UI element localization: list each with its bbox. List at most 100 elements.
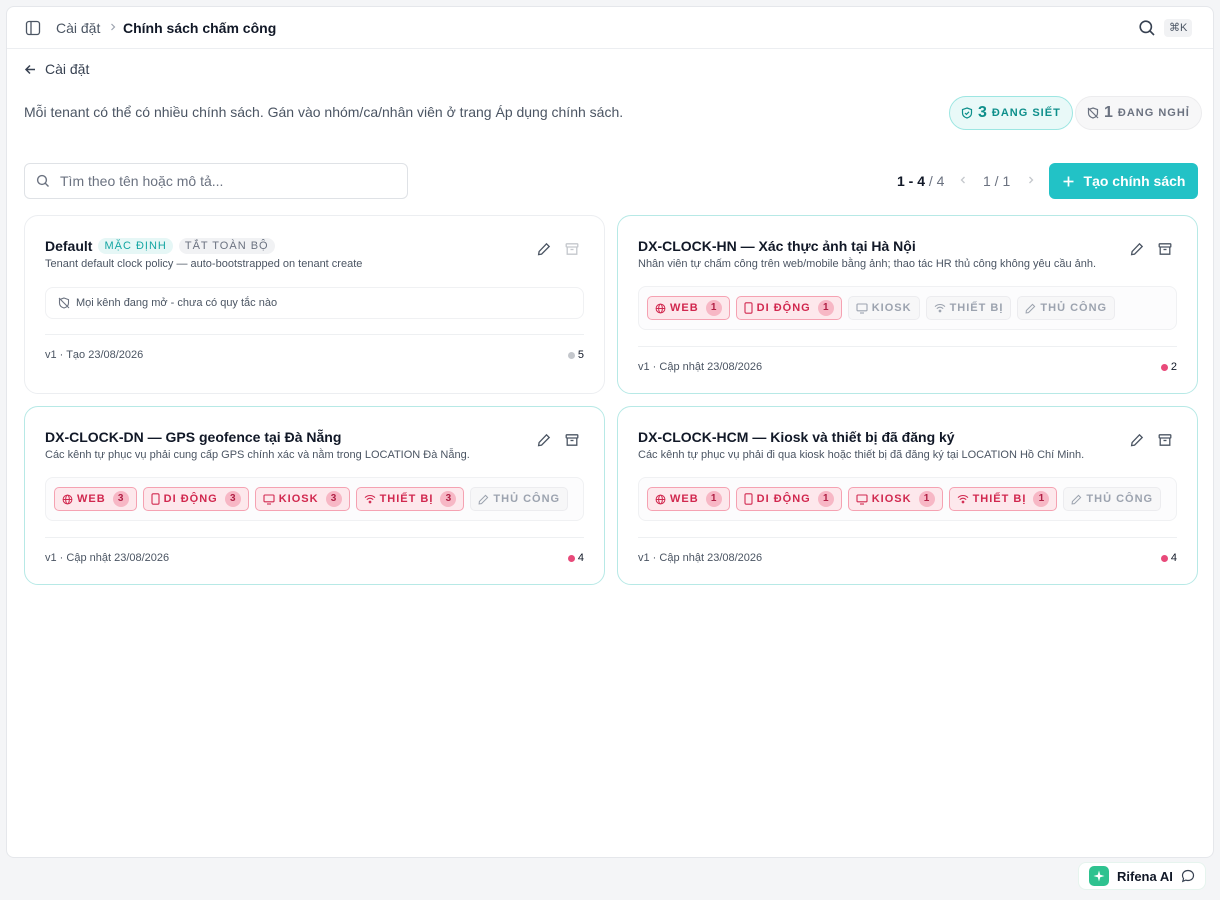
monitor-icon: [856, 493, 868, 505]
archive-icon: [565, 243, 579, 255]
page-indicator: 1 / 1: [983, 173, 1011, 189]
channel-list: WEB 1 DI ĐỘNG 1 KIOSK THIẾT BỊ THỦ CÔNG: [638, 286, 1177, 330]
chevron-left-icon[interactable]: [958, 175, 968, 185]
plus-icon: [1063, 176, 1074, 186]
policy-title: DX-CLOCK-HN — Xác thực ảnh tại Hà Nội: [638, 238, 916, 254]
channel-web[interactable]: WEB 1: [647, 487, 730, 511]
channel-kiosk[interactable]: KIOSK: [847, 296, 920, 320]
chat-bubble-icon: [1181, 869, 1194, 883]
mobile-icon: [744, 302, 753, 314]
policy-description: Các kênh tự phục vụ phải đi qua kiosk ho…: [638, 449, 1085, 461]
breadcrumb-root[interactable]: Cài đặt: [56, 20, 100, 36]
policy-card-hcm[interactable]: DX-CLOCK-HCM — Kiosk và thiết bị đã đăng…: [617, 406, 1198, 585]
channel-mobile[interactable]: DI ĐỘNG 1: [735, 487, 842, 511]
employee-count: 2: [1160, 361, 1177, 373]
channel-device[interactable]: THIẾT BỊ 1: [948, 487, 1058, 511]
result-range: 1 - 4 / 4: [897, 173, 944, 189]
channel-label: KIOSK: [278, 493, 319, 505]
policy-description: Tenant default clock policy — auto-boots…: [45, 258, 363, 270]
search-icon[interactable]: [1138, 19, 1156, 37]
channel-device[interactable]: THIẾT BỊ: [925, 296, 1012, 320]
status-dot: [567, 351, 575, 359]
policy-name: Default: [45, 238, 93, 254]
paused-count-label: ĐANG NGHỈ: [1117, 107, 1190, 119]
channel-count: 1: [705, 300, 722, 316]
chevron-right-icon[interactable]: [1026, 175, 1036, 185]
chevron-right-icon: [111, 23, 116, 31]
edit-icon[interactable]: [537, 433, 551, 447]
sidebar-toggle-icon[interactable]: [25, 20, 41, 36]
mobile-icon: [744, 493, 753, 505]
employee-count: 5: [567, 349, 584, 361]
monitor-icon: [263, 493, 275, 505]
ai-assistant-button[interactable]: Rifena AI: [1078, 862, 1206, 890]
channel-web[interactable]: WEB 3: [54, 487, 137, 511]
channel-web[interactable]: WEB 1: [647, 296, 730, 320]
create-policy-button[interactable]: Tạo chính sách: [1049, 163, 1198, 199]
policy-card-dn[interactable]: DX-CLOCK-DN — GPS geofence tại Đà Nẵng C…: [24, 406, 605, 585]
channel-count: 1: [1033, 491, 1050, 507]
globe-icon: [655, 303, 666, 313]
employee-count-value: 5: [577, 349, 584, 361]
app-frame: Cài đặt Chính sách chấm công ⌘K Cài đặt …: [6, 6, 1214, 858]
card-divider: [638, 537, 1177, 538]
channel-manual[interactable]: THỦ CÔNG: [1017, 296, 1116, 320]
policy-version-info: v1 · Cập nhật 23/08/2026: [638, 552, 763, 564]
policy-name: DX-CLOCK-DN — GPS geofence tại Đà Nẵng: [45, 429, 342, 445]
paused-count: 1: [1104, 104, 1113, 121]
employee-count: 4: [567, 552, 584, 564]
monitor-icon: [856, 302, 868, 314]
status-dot: [567, 554, 575, 562]
policy-description: Các kênh tự phục vụ phải cung cấp GPS ch…: [45, 449, 470, 461]
channel-label: WEB: [670, 493, 699, 505]
edit-icon[interactable]: [1130, 242, 1144, 256]
channel-count: 3: [224, 491, 241, 507]
channel-count: 1: [817, 491, 834, 507]
ai-assistant-label: Rifena AI: [1117, 868, 1173, 884]
policy-version-info: v1 · Cập nhật 23/08/2026: [638, 361, 763, 373]
policy-card-default[interactable]: Default MẶC ĐỊNH TẮT TOÀN BỘ Tenant defa…: [24, 215, 605, 394]
card-divider: [638, 346, 1177, 347]
channel-count: 1: [918, 491, 935, 507]
edit-icon[interactable]: [1130, 433, 1144, 447]
back-link[interactable]: Cài đặt: [24, 61, 89, 77]
employee-count-value: 4: [577, 552, 584, 564]
policy-title: Default MẶC ĐỊNH TẮT TOÀN BỘ: [45, 238, 275, 254]
channel-list: WEB 3 DI ĐỘNG 3 KIOSK 3 THIẾT BỊ 3 THỦ CÔNG: [45, 477, 584, 521]
archive-icon[interactable]: [565, 433, 579, 447]
channel-mobile[interactable]: DI ĐỘNG 1: [735, 296, 842, 320]
channel-manual[interactable]: THỦ CÔNG: [1063, 487, 1162, 511]
policy-title: DX-CLOCK-DN — GPS geofence tại Đà Nẵng: [45, 429, 341, 445]
shortcut-badge[interactable]: ⌘K: [1164, 19, 1193, 37]
search-icon: [36, 174, 49, 187]
archive-icon[interactable]: [1158, 433, 1172, 447]
search-input[interactable]: [60, 173, 390, 189]
channel-kiosk[interactable]: KIOSK 1: [847, 487, 943, 511]
channel-label: DI ĐỘNG: [756, 493, 811, 505]
employee-count-value: 2: [1170, 361, 1177, 373]
policy-version-info: v1 · Tạo 23/08/2026: [45, 349, 144, 361]
wifi-icon: [934, 303, 945, 313]
wifi-icon: [364, 494, 375, 504]
default-tag: MẶC ĐỊNH: [98, 238, 173, 254]
channel-manual[interactable]: THỦ CÔNG: [470, 487, 569, 511]
channel-label: KIOSK: [871, 302, 912, 314]
wifi-icon: [957, 494, 968, 504]
edit-icon[interactable]: [537, 242, 551, 256]
active-count-badge[interactable]: 3 ĐANG SIẾT: [949, 96, 1073, 130]
paused-count-badge[interactable]: 1 ĐANG NGHỈ: [1075, 96, 1202, 130]
channel-kiosk[interactable]: KIOSK 3: [254, 487, 350, 511]
channel-device[interactable]: THIẾT BỊ 3: [355, 487, 465, 511]
pencil-icon: [478, 494, 489, 504]
mobile-icon: [151, 493, 160, 505]
arrow-left-icon: [24, 64, 35, 74]
channel-count: 1: [817, 300, 834, 316]
status-dot: [1160, 554, 1168, 562]
channel-label: DI ĐỘNG: [163, 493, 218, 505]
card-divider: [45, 537, 584, 538]
policy-card-hn[interactable]: DX-CLOCK-HN — Xác thực ảnh tại Hà Nội Nh…: [617, 215, 1198, 394]
range-total: / 4: [925, 173, 945, 189]
pencil-icon: [1025, 303, 1036, 313]
channel-mobile[interactable]: DI ĐỘNG 3: [142, 487, 249, 511]
archive-icon[interactable]: [1158, 242, 1172, 256]
